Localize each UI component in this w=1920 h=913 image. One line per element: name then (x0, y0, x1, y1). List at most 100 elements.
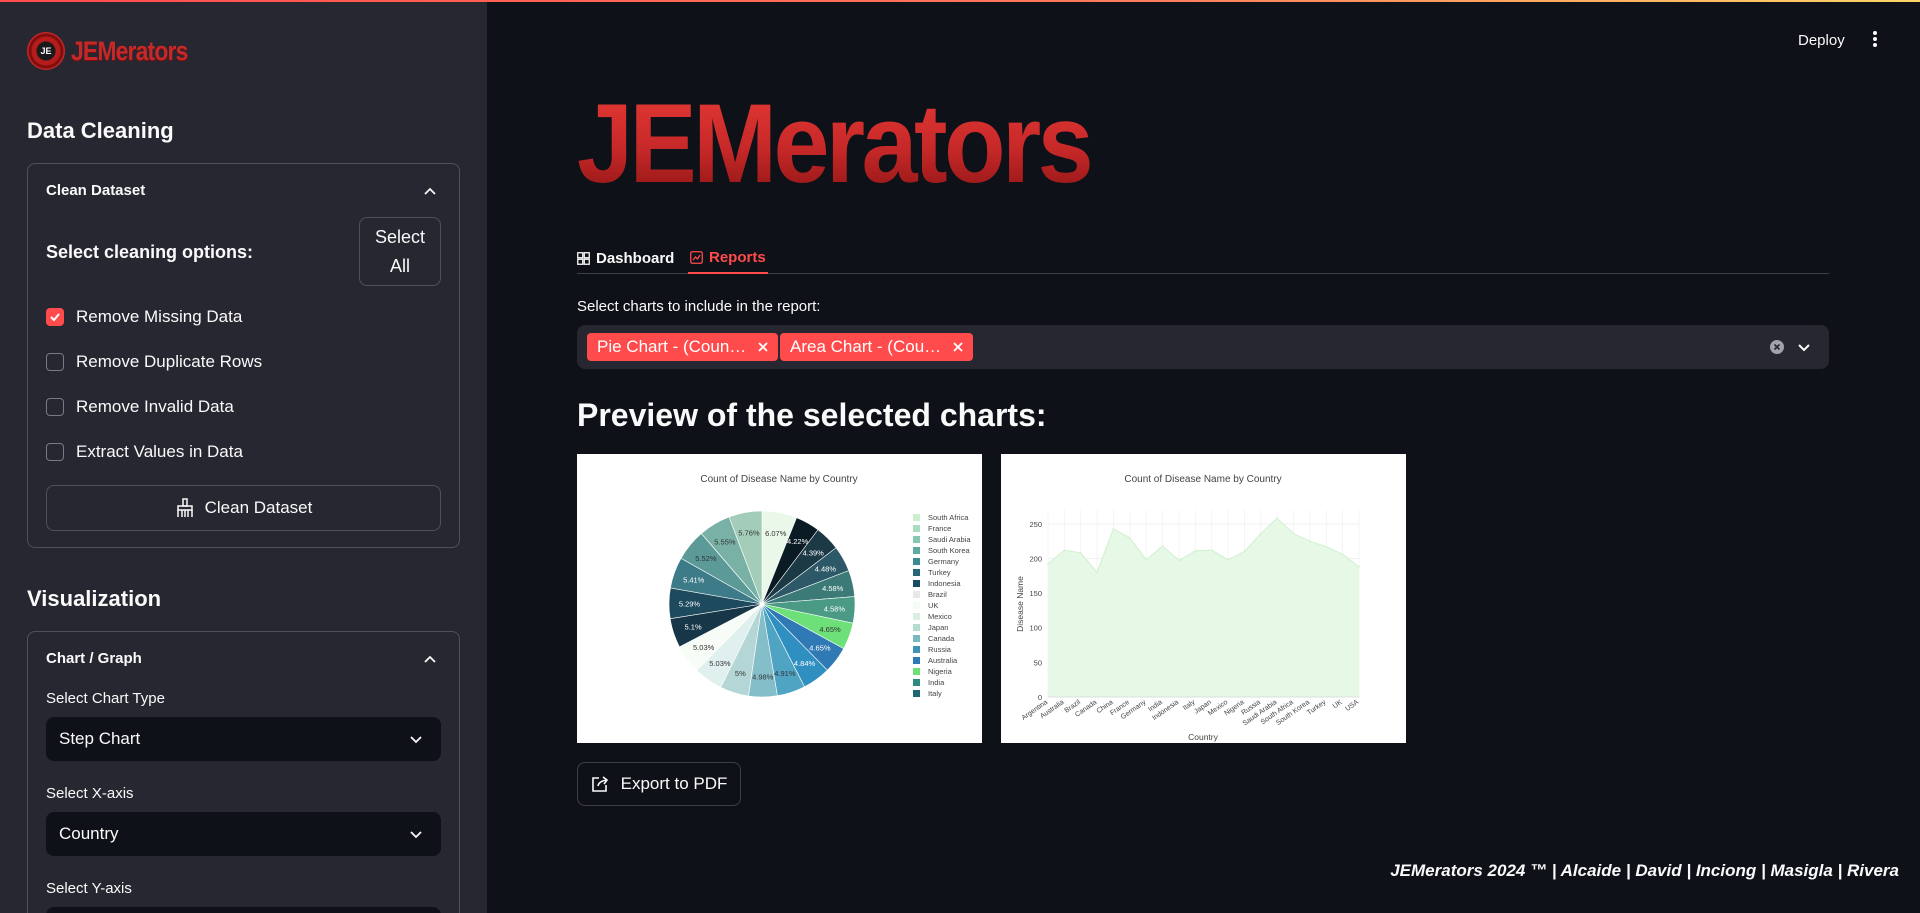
checkbox-unchecked-icon[interactable] (46, 443, 64, 461)
pie-percent-label: 4.91% (774, 669, 796, 678)
checkbox-unchecked-icon[interactable] (46, 398, 64, 416)
pie-chart: Count of Disease Name by Country 6.07%4.2… (668, 474, 971, 698)
logo-text: JEMerators (71, 35, 188, 66)
selected-chart-chip[interactable]: Area Chart - (Cou… (780, 333, 974, 361)
chevron-up-icon[interactable] (423, 652, 437, 666)
chevron-down-icon[interactable] (1797, 340, 1811, 354)
checkbox-unchecked-icon[interactable] (46, 353, 64, 371)
y-tick-label: 100 (1029, 624, 1042, 633)
area-fill (1048, 518, 1359, 697)
sidebar-logo[interactable]: JE JEMerators (27, 32, 208, 70)
area-point (1358, 565, 1360, 568)
legend-label: UK (928, 601, 938, 610)
clean-dataset-button-label: Clean Dataset (204, 498, 313, 517)
close-icon[interactable] (758, 342, 768, 352)
chip-label: Area Chart - (Cou… (790, 337, 942, 356)
area-chart-title: Count of Disease Name by Country (1124, 474, 1281, 485)
logo-badge-text: JE (40, 46, 52, 56)
area-point (1259, 532, 1262, 535)
area-point (1096, 571, 1098, 574)
x-axis-select[interactable]: Country (46, 812, 441, 856)
export-pdf-button[interactable]: Export to PDF (577, 762, 741, 806)
close-icon[interactable] (953, 342, 963, 352)
checkbox-remove-duplicate-rows[interactable]: Remove Duplicate Rows (46, 352, 262, 372)
chip-label: Pie Chart - (Coun… (597, 337, 747, 356)
area-point (1227, 559, 1229, 561)
checkbox-label: Remove Duplicate Rows (76, 352, 263, 371)
area-point (1243, 550, 1246, 553)
area-point (1079, 552, 1082, 554)
legend-swatch (913, 580, 920, 587)
pie-percent-label: 5.76% (738, 529, 760, 538)
pie-percent-label: 4.39% (803, 549, 825, 558)
selected-chart-chip[interactable]: Pie Chart - (Coun… (587, 333, 779, 361)
preview-heading: Preview of the selected charts: (577, 397, 1047, 433)
pie-percent-label: 5.41% (683, 576, 705, 585)
y-axis-select[interactable] (46, 907, 441, 913)
clean-dataset-button[interactable]: Clean Dataset (46, 485, 441, 531)
x-tick-label: USA (1344, 699, 1360, 713)
area-point (1063, 549, 1066, 551)
legend-swatch (913, 591, 920, 598)
pie-percent-label: 5.03% (709, 659, 731, 668)
select-all-button[interactable]: Select All (359, 217, 441, 286)
legend-swatch (913, 657, 920, 664)
pie-percent-label: 5.29% (679, 599, 701, 608)
legend-swatch (913, 679, 920, 686)
main-tabs: Dashboard Reports (577, 238, 1829, 274)
pie-percent-label: 4.98% (752, 673, 774, 682)
y-tick-label: 150 (1029, 589, 1042, 598)
legend-label: South Africa (928, 513, 969, 522)
clear-all-icon[interactable] (1770, 340, 1784, 354)
pie-percent-label: 5.1% (685, 623, 702, 632)
report-charts-multiselect[interactable]: Pie Chart - (Coun… Area Chart - (Cou… (577, 325, 1829, 369)
area-point (1047, 563, 1049, 565)
checkbox-checked-icon[interactable] (46, 308, 64, 326)
more-options-icon[interactable] (1872, 30, 1878, 48)
export-pdf-label: Export to PDF (620, 774, 728, 793)
clean-dataset-expander: Clean Dataset Select cleaning options: S… (27, 163, 460, 548)
checkbox-extract-values[interactable]: Extract Values in Data (46, 442, 243, 462)
legend-label: Canada (928, 634, 955, 643)
area-point (1129, 536, 1131, 539)
broom-icon (176, 498, 193, 517)
area-point (1309, 540, 1311, 542)
clean-dataset-expander-title[interactable]: Clean Dataset (46, 182, 145, 199)
logo-badge-icon: JE (27, 32, 65, 70)
y-tick-label: 250 (1029, 520, 1042, 529)
legend-label: Nigeria (928, 667, 953, 676)
checkbox-remove-missing-data[interactable]: Remove Missing Data (46, 307, 242, 327)
pie-percent-label: 4.48% (815, 565, 837, 574)
legend-label: France (928, 524, 951, 533)
pie-percent-label: 5.03% (693, 643, 715, 652)
chart-type-select[interactable]: Step Chart (46, 717, 441, 761)
legend-label: Indonesia (928, 579, 961, 588)
chart-graph-expander-title[interactable]: Chart / Graph (46, 650, 142, 667)
chart-type-label: Select Chart Type (46, 690, 165, 707)
legend-swatch (913, 569, 920, 576)
legend-label: Germany (928, 557, 959, 566)
legend-label: Brazil (928, 590, 947, 599)
chevron-up-icon[interactable] (423, 184, 437, 198)
checkbox-label: Remove Invalid Data (76, 397, 234, 416)
legend-label: India (928, 678, 945, 687)
x-axis-value: Country (59, 824, 119, 843)
report-chart-icon (690, 250, 703, 264)
legend-label: Australia (928, 656, 958, 665)
legend-label: Italy (928, 689, 942, 698)
tab-reports[interactable]: Reports (688, 242, 768, 274)
legend-label: Japan (928, 623, 948, 632)
legend-swatch (913, 558, 920, 565)
tab-dashboard[interactable]: Dashboard (577, 242, 674, 274)
tab-dashboard-label: Dashboard (596, 249, 675, 267)
legend-swatch (913, 514, 920, 521)
pie-chart-preview: Count of Disease Name by Country 6.07% 4.2… (577, 454, 982, 743)
deploy-button[interactable]: Deploy (1798, 32, 1845, 49)
checkbox-remove-invalid-data[interactable]: Remove Invalid Data (46, 397, 234, 417)
visualization-heading: Visualization (27, 586, 162, 611)
area-point (1276, 517, 1278, 520)
legend-swatch (913, 602, 920, 609)
area-point (1325, 545, 1328, 548)
legend-swatch (913, 547, 920, 554)
area-chart-preview: Count of Disease Name by Country 0 50 100 15… (1001, 454, 1406, 743)
